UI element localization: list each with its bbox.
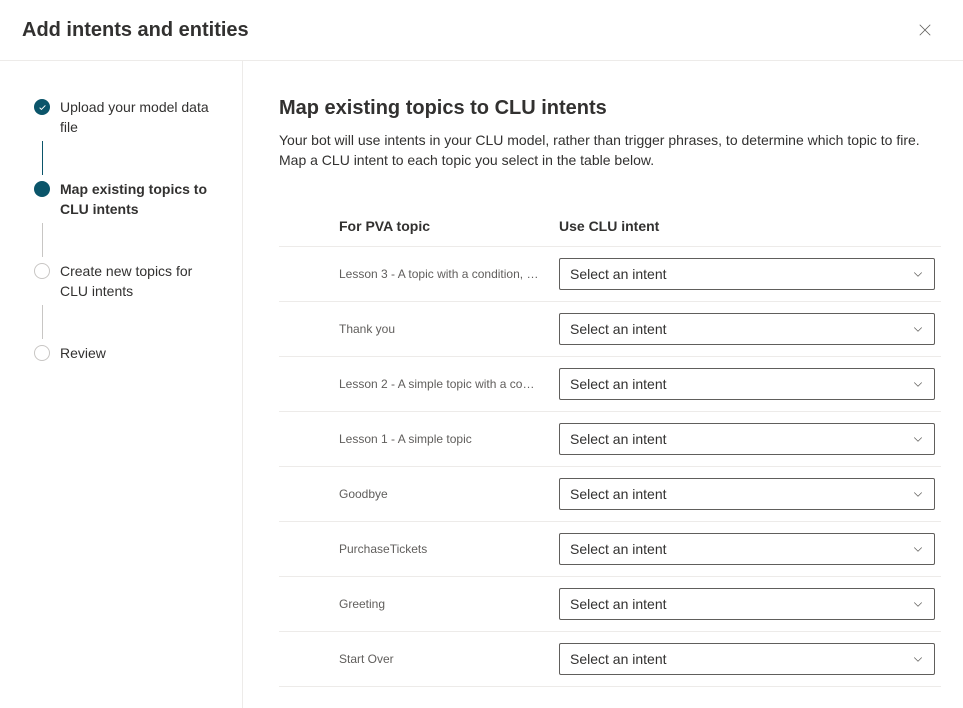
select-placeholder: Select an intent	[570, 596, 667, 612]
step-connector	[42, 141, 43, 175]
chevron-down-icon	[912, 433, 924, 445]
column-header-intent: Use CLU intent	[559, 218, 941, 234]
select-placeholder: Select an intent	[570, 541, 667, 557]
topics-table: For PVA topic Use CLU intent Lesson 3 - …	[279, 218, 941, 687]
intent-select[interactable]: Select an intent	[559, 588, 935, 620]
chevron-down-icon	[912, 323, 924, 335]
page-title: Map existing topics to CLU intents	[279, 97, 941, 120]
select-placeholder: Select an intent	[570, 376, 667, 392]
select-placeholder: Select an intent	[570, 266, 667, 282]
intent-cell: Select an intent	[559, 478, 935, 510]
chevron-down-icon	[912, 543, 924, 555]
step-indicator-completed	[34, 99, 50, 115]
select-placeholder: Select an intent	[570, 651, 667, 667]
intent-cell: Select an intent	[559, 368, 935, 400]
step-connector	[42, 223, 43, 257]
chevron-down-icon	[912, 653, 924, 665]
step-indicator-current	[34, 181, 50, 197]
step-indicator-upcoming	[34, 345, 50, 361]
checkmark-icon	[38, 103, 47, 112]
intent-cell: Select an intent	[559, 313, 935, 345]
chevron-down-icon	[912, 378, 924, 390]
table-header-row: For PVA topic Use CLU intent	[279, 218, 941, 247]
select-placeholder: Select an intent	[570, 486, 667, 502]
intent-cell: Select an intent	[559, 533, 935, 565]
intent-select[interactable]: Select an intent	[559, 423, 935, 455]
intent-cell: Select an intent	[559, 258, 935, 290]
intent-cell: Select an intent	[559, 423, 935, 455]
step-label: Review	[60, 343, 106, 363]
step-label: Map existing topics to CLU intents	[60, 179, 218, 219]
intent-cell: Select an intent	[559, 588, 935, 620]
wizard-step-review[interactable]: Review	[34, 343, 218, 363]
step-label: Upload your model data file	[60, 97, 218, 137]
dialog-header: Add intents and entities	[0, 0, 963, 61]
chevron-down-icon	[912, 488, 924, 500]
topic-name: Goodbye	[339, 487, 559, 501]
topic-name: Lesson 1 - A simple topic	[339, 432, 559, 446]
step-indicator-upcoming	[34, 263, 50, 279]
dialog-body: Upload your model data file Map existing…	[0, 61, 963, 708]
table-row: Lesson 2 - A simple topic with a con… Se…	[279, 357, 941, 412]
topic-name: PurchaseTickets	[339, 542, 559, 556]
main-content: Map existing topics to CLU intents Your …	[243, 61, 963, 708]
wizard-steps-sidebar: Upload your model data file Map existing…	[0, 61, 243, 708]
table-row: PurchaseTickets Select an intent	[279, 522, 941, 577]
table-row: Lesson 3 - A topic with a condition, … S…	[279, 247, 941, 302]
table-row: Thank you Select an intent	[279, 302, 941, 357]
table-row: Greeting Select an intent	[279, 577, 941, 632]
wizard-step-map[interactable]: Map existing topics to CLU intents	[34, 179, 218, 219]
close-icon	[918, 23, 932, 37]
step-connector	[42, 305, 43, 339]
select-placeholder: Select an intent	[570, 321, 667, 337]
intent-select[interactable]: Select an intent	[559, 533, 935, 565]
topic-name: Greeting	[339, 597, 559, 611]
dialog-title: Add intents and entities	[22, 19, 249, 42]
topic-name: Thank you	[339, 322, 559, 336]
table-row: Goodbye Select an intent	[279, 467, 941, 522]
intent-select[interactable]: Select an intent	[559, 643, 935, 675]
topic-name: Lesson 2 - A simple topic with a con…	[339, 377, 559, 391]
wizard-step-create[interactable]: Create new topics for CLU intents	[34, 261, 218, 301]
topic-name: Lesson 3 - A topic with a condition, …	[339, 267, 559, 281]
topic-name: Start Over	[339, 652, 559, 666]
step-label: Create new topics for CLU intents	[60, 261, 218, 301]
chevron-down-icon	[912, 268, 924, 280]
intent-select[interactable]: Select an intent	[559, 258, 935, 290]
select-placeholder: Select an intent	[570, 431, 667, 447]
chevron-down-icon	[912, 598, 924, 610]
intent-select[interactable]: Select an intent	[559, 368, 935, 400]
page-description: Your bot will use intents in your CLU mo…	[279, 130, 941, 170]
intent-select[interactable]: Select an intent	[559, 478, 935, 510]
table-row: Start Over Select an intent	[279, 632, 941, 687]
wizard-step-upload[interactable]: Upload your model data file	[34, 97, 218, 137]
intent-select[interactable]: Select an intent	[559, 313, 935, 345]
close-button[interactable]	[909, 14, 941, 46]
intent-cell: Select an intent	[559, 643, 935, 675]
column-header-topic: For PVA topic	[339, 218, 559, 234]
table-row: Lesson 1 - A simple topic Select an inte…	[279, 412, 941, 467]
